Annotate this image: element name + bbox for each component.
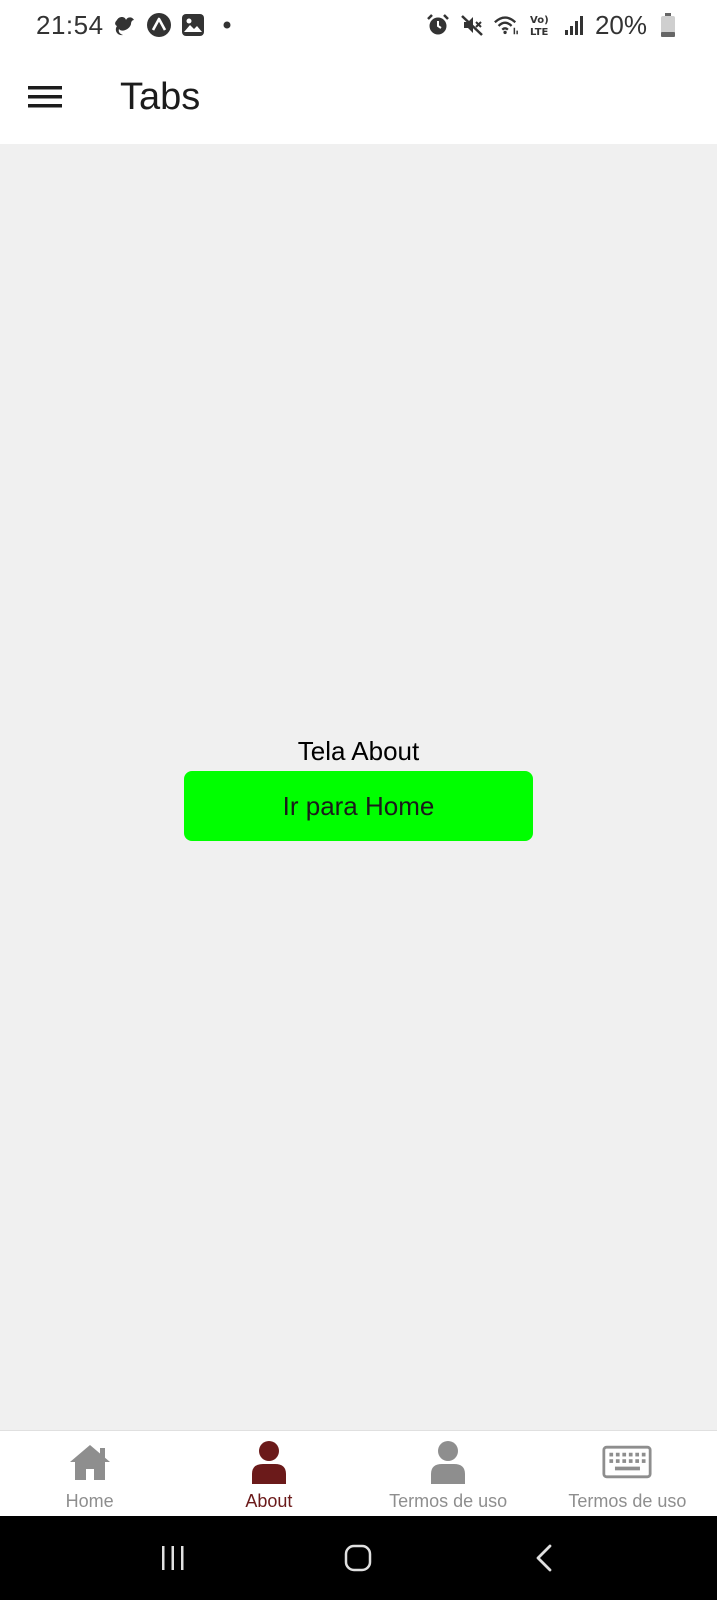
tab-about[interactable]: About bbox=[179, 1431, 358, 1516]
go-home-button[interactable]: Ir para Home bbox=[184, 771, 533, 841]
tab-terms-1[interactable]: Termos de uso bbox=[359, 1431, 538, 1516]
expo-icon bbox=[146, 12, 172, 38]
person-icon bbox=[423, 1439, 473, 1485]
dot-icon bbox=[214, 12, 240, 38]
main-content: Tela About Ir para Home bbox=[0, 144, 717, 1430]
tab-label: Termos de uso bbox=[568, 1491, 687, 1511]
hamburger-menu-icon bbox=[28, 86, 62, 108]
volte-icon: Vo) LTE bbox=[527, 12, 553, 38]
home-nav-button[interactable] bbox=[328, 1528, 388, 1588]
status-bar: 21:54 Vo) LTE 20% bbox=[0, 0, 717, 50]
menu-button[interactable] bbox=[22, 74, 68, 120]
home-icon bbox=[65, 1439, 115, 1485]
page-title: Tabs bbox=[120, 75, 201, 118]
svg-text:LTE: LTE bbox=[530, 27, 549, 38]
keyboard-icon bbox=[602, 1439, 652, 1485]
tab-label: Termos de uso bbox=[389, 1491, 508, 1511]
gallery-icon bbox=[180, 12, 206, 38]
tab-terms-2[interactable]: Termos de uso bbox=[538, 1431, 717, 1516]
back-icon bbox=[536, 1544, 552, 1572]
tab-home[interactable]: Home bbox=[0, 1431, 179, 1516]
signal-icon bbox=[561, 12, 587, 38]
back-button[interactable] bbox=[514, 1528, 574, 1588]
person-icon bbox=[244, 1439, 294, 1485]
app-header: Tabs bbox=[0, 50, 717, 144]
battery-percentage: 20% bbox=[594, 9, 647, 40]
recent-apps-button[interactable] bbox=[143, 1528, 203, 1588]
svg-text:Vo): Vo) bbox=[530, 15, 549, 26]
system-nav-bar bbox=[0, 1516, 717, 1600]
battery-icon bbox=[655, 12, 681, 38]
wifi-icon bbox=[493, 12, 519, 38]
bottom-tab-bar: Home About Termos de uso Termos de uso bbox=[0, 1430, 717, 1516]
mute-icon bbox=[459, 12, 485, 38]
status-left: 21:54 bbox=[36, 10, 240, 41]
alarm-icon bbox=[425, 12, 451, 38]
screen-label: Tela About bbox=[297, 736, 420, 766]
tab-label: Home bbox=[65, 1491, 114, 1511]
tinder-icon bbox=[112, 12, 138, 38]
home-nav-icon bbox=[345, 1544, 372, 1572]
status-right: Vo) LTE 20% bbox=[425, 10, 681, 41]
tab-label: About bbox=[245, 1491, 293, 1511]
recent-apps-icon bbox=[161, 1546, 184, 1570]
status-time: 21:54 bbox=[36, 9, 104, 40]
